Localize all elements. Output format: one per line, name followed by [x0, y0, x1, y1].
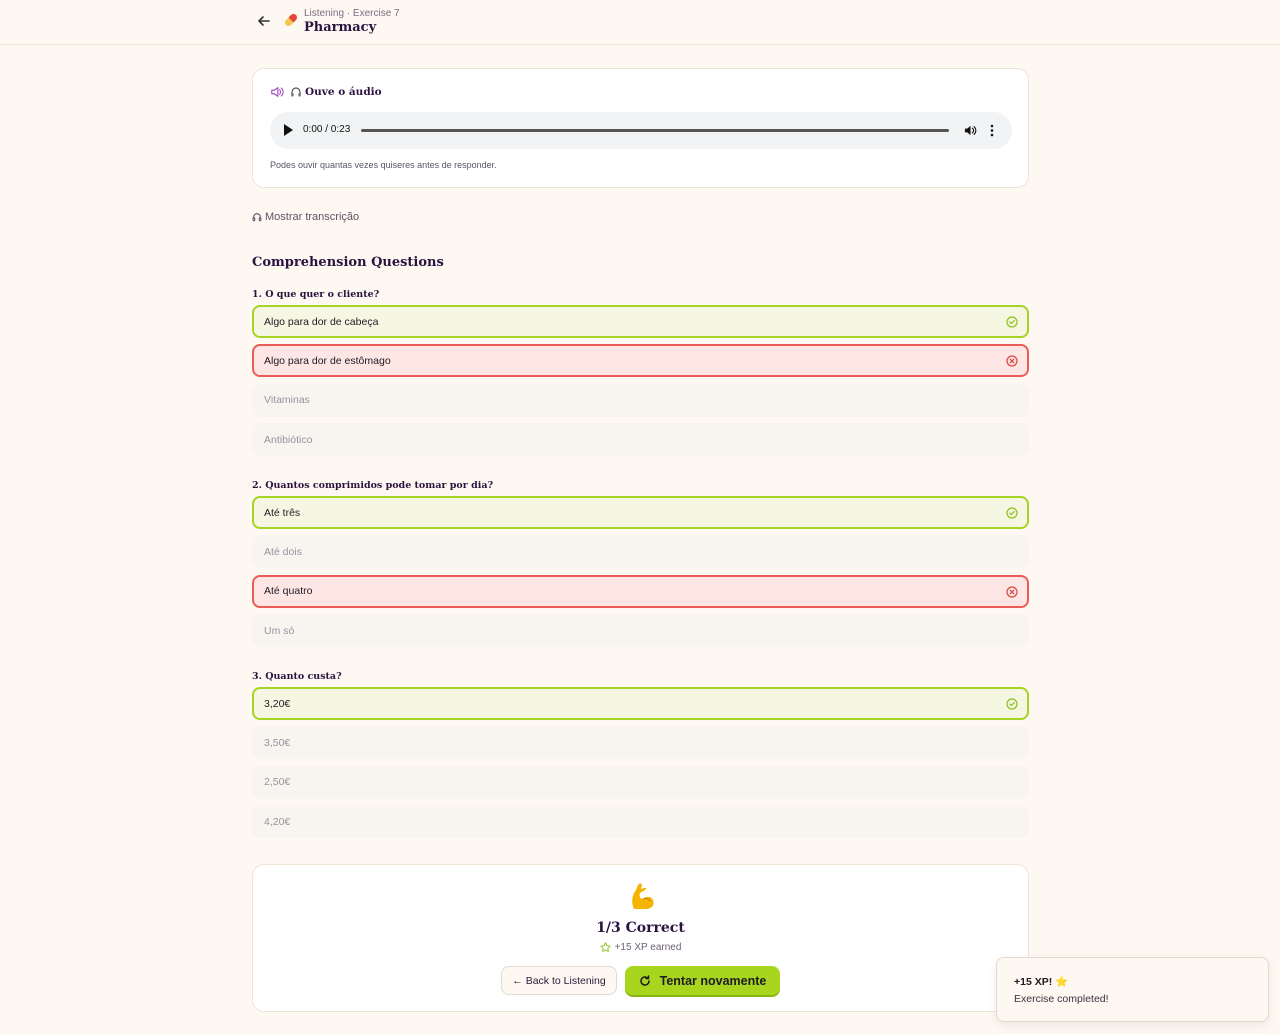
section-title: Comprehension Questions [252, 255, 444, 270]
toast-message: Exercise completed! [1014, 993, 1109, 1005]
answer-option[interactable]: Até dois [252, 535, 1029, 569]
toast-title: +15 XP! ⭐ [1014, 976, 1069, 988]
audio-card: Ouve o áudio 0:00 / 0:23 Podes ouvir qua… [252, 68, 1029, 188]
question-title: 1. O que quer o cliente? [252, 289, 380, 300]
top-bar: Listening · Exercise 7 Pharmacy [0, 0, 1280, 45]
audio-player[interactable]: 0:00 / 0:23 [270, 112, 1012, 149]
answer-option[interactable]: Até três [252, 496, 1029, 529]
check-circle-icon [1006, 316, 1018, 328]
retry-button-label: Tentar novamente [659, 973, 767, 988]
answer-option[interactable]: 3,20€ [252, 687, 1029, 720]
answer-option[interactable]: Antibiótico [252, 423, 1029, 457]
answer-option-label: Antibiótico [264, 433, 313, 446]
answer-option[interactable]: 3,50€ [252, 726, 1029, 760]
audio-progress-track[interactable] [361, 129, 949, 132]
headphones-icon [291, 87, 301, 97]
pill-icon [285, 14, 297, 26]
answer-option-label: Vitaminas [264, 394, 310, 407]
answer-option[interactable]: 2,50€ [252, 765, 1029, 799]
speaker-icon [271, 87, 284, 97]
flexed-biceps-icon [632, 883, 654, 909]
answer-option[interactable]: Vitaminas [252, 383, 1029, 417]
audio-heading: Ouve o áudio [305, 86, 382, 98]
back-to-listening-button[interactable]: ← Back to Listening [501, 966, 617, 995]
answer-option-label: 4,20€ [264, 815, 291, 828]
answer-option-label: 3,50€ [264, 736, 291, 749]
answer-option[interactable]: Algo para dor de cabeça [252, 305, 1029, 338]
answer-option-label: Algo para dor de estômago [264, 354, 391, 367]
answer-option[interactable]: Um só [252, 614, 1029, 648]
result-card: 1/3 Correct +15 XP earned ← Back to List… [252, 864, 1029, 1012]
answer-option-label: 3,20€ [264, 697, 291, 710]
audio-header: Ouve o áudio [270, 85, 382, 99]
answer-option-label: Até dois [264, 545, 302, 558]
check-circle-icon [1006, 507, 1018, 519]
answer-option-label: Algo para dor de cabeça [264, 315, 379, 328]
answer-option-label: Até três [264, 506, 301, 519]
breadcrumb: Listening · Exercise 7 [304, 8, 400, 19]
question-title: 3. Quanto custa? [252, 671, 342, 682]
volume-icon[interactable] [964, 124, 977, 137]
star-icon [599, 942, 611, 952]
xp-earned-label: +15 XP earned [614, 942, 682, 953]
audio-hint: Podes ouvir quantas vezes quiseres antes… [270, 160, 497, 170]
show-transcript-toggle[interactable]: Mostrar transcrição [252, 211, 359, 223]
back-arrow-icon[interactable] [256, 13, 272, 29]
question-2: 2. Quantos comprimidos pode tomar por di… [252, 480, 1029, 654]
question-title: 2. Quantos comprimidos pode tomar por di… [252, 480, 494, 491]
answer-option[interactable]: Até quatro [252, 574, 1029, 608]
question-3: 3. Quanto custa? 3,20€ 3,50€ 2,50€ 4,20€ [252, 671, 1029, 845]
question-1: 1. O que quer o cliente? Algo para dor de… [252, 289, 1029, 463]
x-circle-icon [1006, 355, 1018, 367]
answer-option[interactable]: Algo para dor de estômago [252, 344, 1029, 378]
more-options-icon[interactable] [990, 124, 994, 137]
headphones-icon [252, 213, 262, 222]
xp-earned: +15 XP earned [253, 942, 1028, 953]
xp-toast: +15 XP! ⭐ Exercise completed! [996, 957, 1269, 1022]
play-icon[interactable] [284, 124, 293, 136]
check-circle-icon [1006, 698, 1018, 710]
answer-option[interactable]: 4,20€ [252, 805, 1029, 839]
refresh-icon [639, 974, 650, 986]
answer-option-label: Um só [264, 624, 295, 637]
page-title: Pharmacy [304, 20, 377, 35]
transcript-toggle-label: Mostrar transcrição [265, 211, 360, 223]
answer-option-label: Até quatro [264, 585, 313, 598]
retry-button[interactable]: Tentar novamente [625, 966, 780, 995]
answer-option-label: 2,50€ [264, 776, 291, 789]
x-circle-icon [1006, 586, 1018, 598]
score-text: 1/3 Correct [596, 920, 685, 936]
audio-time: 0:00 / 0:23 [303, 124, 351, 135]
